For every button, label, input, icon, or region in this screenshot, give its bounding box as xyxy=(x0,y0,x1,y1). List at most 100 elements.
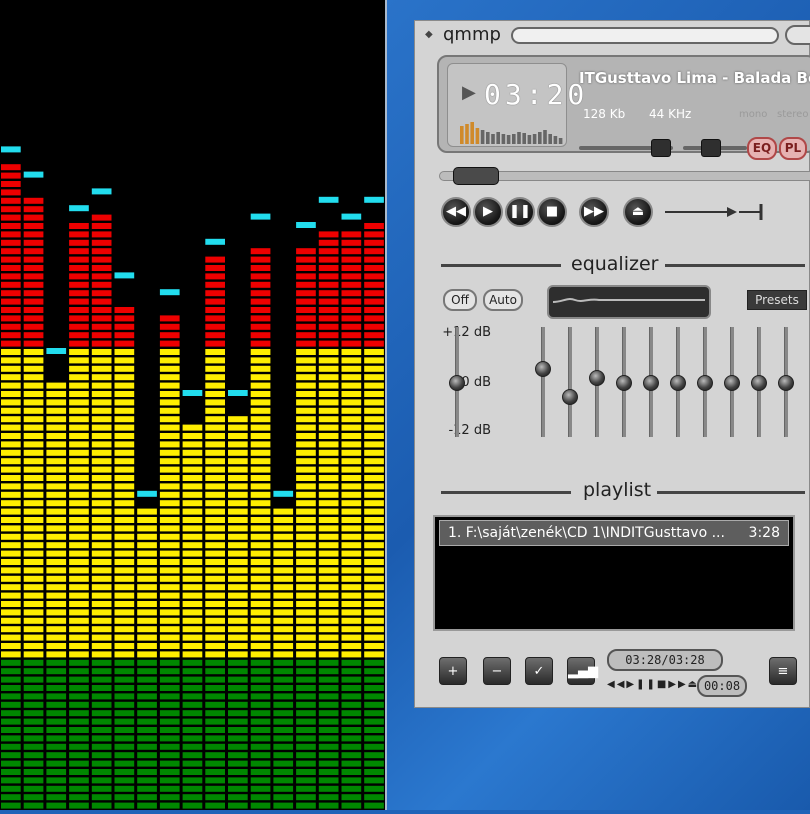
eq-band-slider-track[interactable] xyxy=(568,327,572,437)
analyzer-peak xyxy=(273,490,294,497)
analyzer-peak xyxy=(318,196,339,203)
play-button[interactable]: ▶ xyxy=(473,197,503,227)
analyzer-peak xyxy=(23,171,44,178)
menu-diamond-icon[interactable]: ◆ xyxy=(425,29,433,40)
playlist-toggle-button[interactable]: PL xyxy=(779,137,807,160)
eq-curve-preview xyxy=(547,285,711,319)
seek-knob[interactable] xyxy=(453,167,499,185)
mini-spectrum-bar xyxy=(532,134,537,144)
mini-spectrum-bar xyxy=(522,133,526,144)
stereo-indicator: stereo xyxy=(777,109,809,120)
eq-band-slider-knob[interactable] xyxy=(643,375,659,391)
mini-spectrum-bar xyxy=(553,136,558,144)
spectrum-analyzer xyxy=(0,0,387,810)
sort-button[interactable]: ▂▄▆ xyxy=(567,657,598,685)
balance-slider-knob[interactable] xyxy=(701,139,721,157)
mini-spectrum-bar xyxy=(475,128,480,144)
volume-slider-knob[interactable] xyxy=(651,139,671,157)
eq-band-slider-knob[interactable] xyxy=(778,375,794,391)
playlist-section-title: playlist xyxy=(579,479,656,501)
preamp-slider-knob[interactable] xyxy=(449,375,465,391)
pause-icon: ❚❚ xyxy=(509,204,531,219)
eq-toggle-button[interactable]: EQ xyxy=(747,137,777,160)
select-button[interactable]: ✓ xyxy=(525,657,553,685)
eq-band-slider-knob[interactable] xyxy=(616,375,632,391)
repeat-arrow-icon[interactable] xyxy=(661,201,771,223)
app-title: qmmp xyxy=(443,24,501,45)
mini-spectrum-bar xyxy=(491,134,495,144)
mini-spectrum-bar xyxy=(501,134,506,144)
mini-spectrum-bar xyxy=(527,135,532,144)
title-bar[interactable]: ◆ qmmp xyxy=(415,21,810,51)
playlist-menu-button[interactable]: ≡ xyxy=(769,657,797,685)
analyzer-bar xyxy=(46,348,67,809)
mini-spectrum-bar xyxy=(517,132,521,144)
playlist-view[interactable]: 1. F:\saját\zenék\CD 1\INDITGusttavo ...… xyxy=(433,515,795,631)
analyzer-bar xyxy=(228,390,248,809)
spectrum-analyzer-canvas xyxy=(1,146,384,809)
next-icon: ▶▶ xyxy=(584,204,604,219)
previous-button[interactable]: ◀◀ xyxy=(441,197,471,227)
eq-band-slider-knob[interactable] xyxy=(697,375,713,391)
analyzer-peak xyxy=(91,188,112,195)
remove-track-button[interactable]: − xyxy=(483,657,511,685)
samplerate-label: 44 KHz xyxy=(649,107,692,121)
mini-transport-controls[interactable]: ◀◀▶❚❚■▶▶⏏ xyxy=(607,679,699,690)
mini-spectrum-bar xyxy=(512,134,516,144)
pause-button[interactable]: ❚❚ xyxy=(505,197,535,227)
analyzer-bar xyxy=(364,196,384,809)
eq-off-button[interactable]: Off xyxy=(443,289,477,311)
analyzer-bar xyxy=(91,188,112,809)
next-button[interactable]: ▶▶ xyxy=(579,197,609,227)
elapsed-time-display: 00:08 xyxy=(697,675,747,697)
analyzer-peak xyxy=(228,390,248,396)
eq-band-slider-knob[interactable] xyxy=(562,388,578,405)
playlist-row[interactable]: 1. F:\saját\zenék\CD 1\INDITGusttavo ...… xyxy=(439,520,789,546)
db-label-plus12: +12 dB xyxy=(442,325,491,340)
eq-band-slider-knob[interactable] xyxy=(724,375,740,391)
equalizer-section-title: equalizer xyxy=(567,253,663,275)
playlist-divider-right xyxy=(657,491,805,494)
analyzer-peak xyxy=(46,348,67,354)
eq-auto-button[interactable]: Auto xyxy=(483,289,523,311)
mini-spectrum-bar xyxy=(506,135,511,144)
analyzer-bar xyxy=(296,222,316,809)
menu-icon: ≡ xyxy=(777,664,789,679)
mono-indicator: mono xyxy=(739,109,768,120)
analyzer-peak xyxy=(1,146,21,153)
mini-spectrum-icon xyxy=(460,122,563,144)
add-track-button[interactable]: + xyxy=(439,657,467,685)
analyzer-bar xyxy=(318,196,339,809)
analyzer-peak xyxy=(250,213,271,220)
eq-band-slider-knob[interactable] xyxy=(535,361,551,378)
analyzer-bar xyxy=(341,213,362,809)
mini-spectrum-bar xyxy=(548,134,552,144)
analyzer-peak xyxy=(137,490,157,497)
analyzer-bar xyxy=(205,238,225,809)
mini-spectrum-bar xyxy=(543,130,547,144)
eject-button[interactable]: ⏏ xyxy=(623,197,653,227)
eq-presets-button[interactable]: Presets xyxy=(747,290,807,310)
mini-spectrum-bar xyxy=(558,138,563,144)
play-state-icon: ▶ xyxy=(462,82,476,103)
stop-button[interactable]: ■ xyxy=(537,197,567,227)
window-control-button[interactable] xyxy=(785,25,810,45)
db-label-minus12: -12 dB xyxy=(448,423,491,438)
eq-band-slider-knob[interactable] xyxy=(751,375,767,391)
analyzer-bar xyxy=(273,490,294,809)
time-readout: 03:20 xyxy=(484,78,589,111)
mini-spectrum-bar xyxy=(486,132,490,144)
mini-spectrum-bar xyxy=(465,124,469,144)
analyzer-bar xyxy=(23,171,44,809)
stop-icon: ■ xyxy=(545,204,559,219)
eq-band-slider-track[interactable] xyxy=(541,327,545,437)
eq-band-slider-knob[interactable] xyxy=(589,370,605,387)
analyzer-peak xyxy=(364,196,384,203)
analyzer-peak xyxy=(341,213,362,220)
eq-band-slider-knob[interactable] xyxy=(670,375,686,391)
analyzer-bar xyxy=(69,205,89,809)
bitrate-label: 128 Kb xyxy=(583,107,626,121)
analyzer-peak xyxy=(205,238,225,245)
mini-spectrum-bar xyxy=(470,122,474,144)
analyzer-bar xyxy=(159,289,180,809)
